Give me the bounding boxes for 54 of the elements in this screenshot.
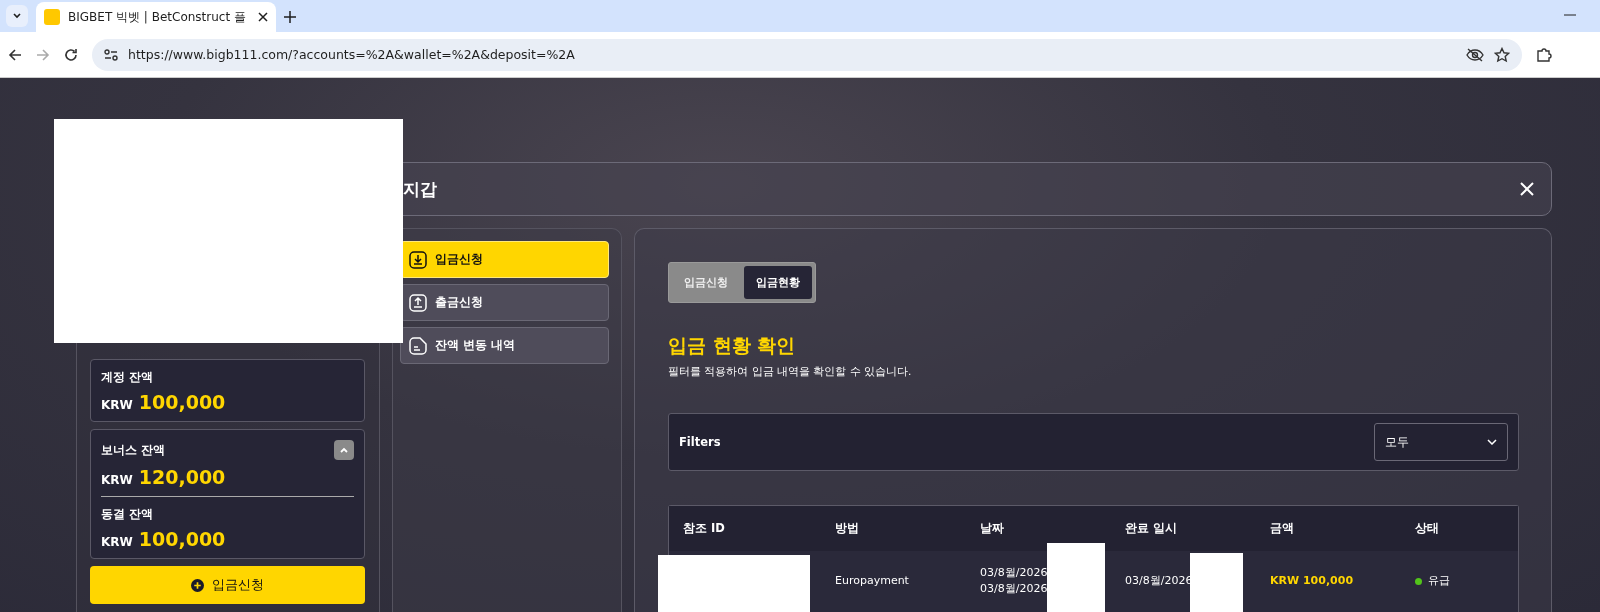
table-cell-text: 03/8월/2026 — [979, 581, 1049, 597]
table-cell-text: KRW 100,000 — [1269, 573, 1355, 589]
tab-list-button[interactable] — [6, 5, 28, 27]
column-header: 참조 ID — [682, 521, 726, 536]
plus-circle-icon — [191, 578, 204, 592]
upload-icon — [409, 293, 427, 312]
site-settings-icon[interactable] — [104, 48, 118, 61]
menu-item[interactable]: 잔액 변동 내역 — [400, 327, 609, 364]
section-description: 필터를 적용하여 입금 내역을 확인할 수 있습니다. — [668, 365, 913, 379]
table-cell-text: 03/8월/2026 — [979, 565, 1049, 581]
table-cell-text: 03/8월/2026 — [1124, 573, 1194, 589]
close-button[interactable] — [1519, 181, 1535, 197]
column-header: 상태 — [1414, 521, 1440, 536]
site-logo-icon — [44, 9, 60, 25]
balance-amount: 120,000 — [138, 466, 226, 488]
currency-label: KRW — [101, 535, 133, 549]
currency-label: KRW — [101, 398, 133, 412]
filter-dropdown[interactable]: 모두 — [1374, 423, 1508, 461]
status-text: 유급 — [1428, 573, 1450, 589]
segment-tab[interactable]: 입금현황 — [744, 266, 812, 299]
back-icon[interactable] — [8, 47, 22, 62]
chevron-down-icon — [1487, 439, 1497, 445]
balance-amount: 100,000 — [138, 528, 226, 550]
document-icon — [409, 336, 427, 355]
balance-label: 동결 잔액 — [101, 507, 154, 522]
section-heading: 입금 현황 확인 — [668, 333, 797, 358]
download-icon — [409, 250, 427, 269]
currency-label: KRW — [101, 473, 133, 487]
close-icon[interactable] — [258, 12, 268, 22]
column-header: 완료 일시 — [1124, 521, 1178, 536]
chevron-down-icon — [12, 11, 22, 21]
chevron-icon — [339, 445, 349, 455]
address-bar[interactable]: https://www.bigb111.com/?accounts=%2A&wallet=%2A&deposit=%2A — [92, 38, 1522, 71]
star-icon[interactable] — [1494, 46, 1510, 63]
filter-label: Filters — [679, 435, 721, 449]
browser-tab[interactable]: BIGBET 빅벳 | BetConstruct 플 — [36, 2, 276, 32]
wallet-title: 지갑 — [403, 177, 437, 201]
deposit-button[interactable]: 입금신청 — [90, 566, 365, 604]
menu-item[interactable]: 입금신청 — [400, 241, 609, 278]
table-cell-text: Europayment — [834, 573, 910, 589]
column-header: 날짜 — [979, 521, 1005, 536]
balance-amount: 100,000 — [138, 391, 226, 413]
redaction-block — [1047, 543, 1105, 612]
menu-item[interactable]: 출금신청 — [400, 284, 609, 321]
new-tab-icon[interactable] — [284, 11, 296, 23]
column-header: 방법 — [834, 521, 860, 536]
balance-label: 보너스 잔액 — [101, 442, 165, 458]
reload-icon[interactable] — [64, 47, 78, 62]
collapse-button[interactable] — [334, 440, 354, 460]
puzzle-icon[interactable] — [1536, 46, 1552, 63]
balance-label: 계정 잔액 — [101, 370, 154, 385]
redaction-block — [1190, 553, 1243, 612]
column-header: 금액 — [1269, 521, 1295, 536]
eye-slash-icon[interactable] — [1466, 47, 1484, 62]
